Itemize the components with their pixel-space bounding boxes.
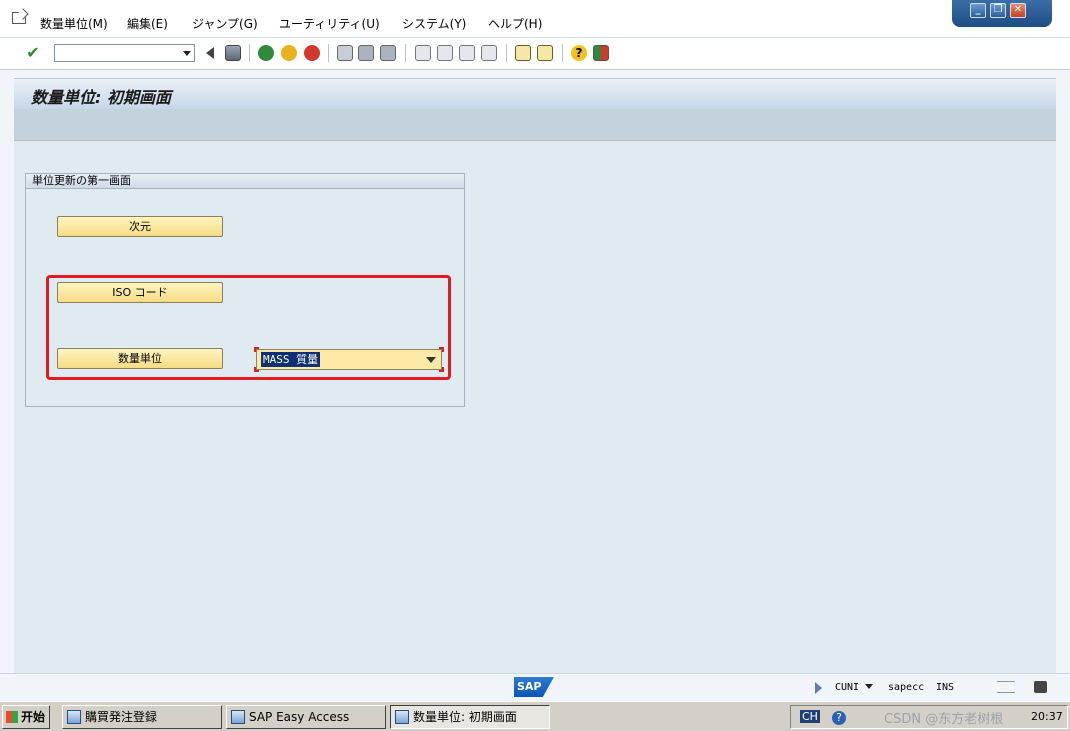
command-field[interactable]	[54, 44, 195, 62]
connection-icon	[997, 681, 1015, 693]
toolbar-separator	[328, 44, 329, 62]
focus-corner	[439, 347, 444, 352]
clock[interactable]: 20:37	[1031, 710, 1063, 723]
main-content: 単位更新の第一画面 次元 ISO コード 数量単位 MASS 質量	[14, 141, 1056, 673]
status-bar: SAP CUNI sapecc INS	[0, 673, 1070, 701]
last-page-icon[interactable]	[481, 45, 497, 61]
status-transaction[interactable]: CUNI	[835, 682, 859, 693]
menu-utilities[interactable]: ユーティリティ(U)	[279, 15, 380, 32]
collapse-left-icon[interactable]	[204, 47, 214, 59]
menu-help[interactable]: ヘルプ(H)	[488, 15, 542, 32]
menu-unit[interactable]: 数量単位(M)	[40, 15, 108, 32]
dimension-button[interactable]: 次元	[57, 216, 223, 237]
dimension-select-value: MASS 質量	[261, 352, 321, 367]
chevron-down-icon[interactable]	[865, 684, 873, 689]
task-purchase-order[interactable]: 購買発注登録	[62, 705, 222, 729]
windows-taskbar: 开始 購買発注登録 SAP Easy Access 数量単位: 初期画面 CH …	[0, 701, 1070, 731]
print-icon[interactable]	[337, 45, 353, 61]
focus-corner	[254, 347, 259, 352]
cancel-icon[interactable]	[304, 45, 320, 61]
close-icon[interactable]: ✕	[1010, 3, 1026, 18]
enter-check-icon[interactable]: ✔	[25, 45, 41, 61]
help-tray-icon[interactable]: ?	[832, 711, 846, 725]
iso-code-button[interactable]: ISO コード	[57, 282, 223, 303]
previous-page-icon[interactable]	[437, 45, 453, 61]
menu-edit[interactable]: 編集(E)	[127, 15, 168, 32]
application-toolbar	[14, 109, 1056, 141]
toolbar-separator	[249, 44, 250, 62]
window-controls: _ ❐ ✕	[952, 0, 1052, 27]
sap-window-icon	[395, 710, 409, 724]
status-server: sapecc	[888, 682, 925, 693]
sap-logo: SAP	[514, 677, 554, 697]
start-label: 开始	[21, 710, 46, 724]
toolbar-separator	[405, 44, 406, 62]
menu-system[interactable]: システム(Y)	[402, 15, 466, 32]
task-label: SAP Easy Access	[249, 710, 350, 724]
save-icon[interactable]	[225, 45, 241, 61]
minimize-icon[interactable]: _	[970, 3, 986, 18]
menu-jump[interactable]: ジャンプ(G)	[192, 15, 258, 32]
sap-window-icon	[231, 710, 245, 724]
task-label: 購買発注登録	[85, 710, 158, 724]
system-tray: CH ? CSDN @东方老树根 20:37	[790, 705, 1068, 729]
shortcut-icon[interactable]	[537, 45, 553, 61]
focus-corner	[254, 367, 259, 372]
sap-window-icon	[67, 710, 81, 724]
focus-corner	[439, 367, 444, 372]
start-button[interactable]: 开始	[2, 705, 50, 729]
next-page-icon[interactable]	[459, 45, 475, 61]
find-icon[interactable]	[358, 45, 374, 61]
task-label: 数量単位: 初期画面	[413, 710, 517, 724]
windows-flag-icon	[6, 711, 18, 723]
language-indicator[interactable]: CH	[800, 710, 820, 723]
standard-toolbar: ✔ ?	[0, 38, 1070, 70]
chevron-down-icon[interactable]	[426, 357, 436, 363]
page-title: 数量単位: 初期画面	[31, 88, 171, 107]
status-mode[interactable]: INS	[936, 682, 954, 693]
menu-bar: 数量単位(M) 編集(E) ジャンプ(G) ユーティリティ(U) システム(Y)…	[0, 0, 1070, 38]
toolbar-separator	[562, 44, 563, 62]
toolbar-separator	[506, 44, 507, 62]
chevron-down-icon[interactable]	[183, 51, 191, 56]
help-icon[interactable]: ?	[571, 45, 587, 61]
unit-of-measure-button[interactable]: 数量単位	[57, 348, 223, 369]
watermark-text: CSDN @东方老树根	[884, 712, 1004, 727]
screen-title-bar: 数量単位: 初期画面	[14, 78, 1056, 109]
task-unit-of-measure[interactable]: 数量単位: 初期画面	[390, 705, 550, 729]
lock-icon[interactable]	[1034, 681, 1047, 693]
layout-menu-icon[interactable]	[593, 45, 609, 61]
status-expand-icon[interactable]	[815, 682, 822, 694]
new-session-icon[interactable]	[515, 45, 531, 61]
back-icon[interactable]	[258, 45, 274, 61]
first-page-icon[interactable]	[415, 45, 431, 61]
unit-update-group: 単位更新の第一画面 次元 ISO コード 数量単位 MASS 質量	[25, 173, 465, 407]
dimension-select[interactable]: MASS 質量	[256, 349, 442, 370]
task-easy-access[interactable]: SAP Easy Access	[226, 705, 386, 729]
restore-icon[interactable]: ❐	[990, 3, 1006, 18]
menu-open-icon[interactable]	[12, 12, 26, 24]
group-title: 単位更新の第一画面	[26, 174, 464, 189]
find-next-icon[interactable]	[380, 45, 396, 61]
exit-icon[interactable]	[281, 45, 297, 61]
